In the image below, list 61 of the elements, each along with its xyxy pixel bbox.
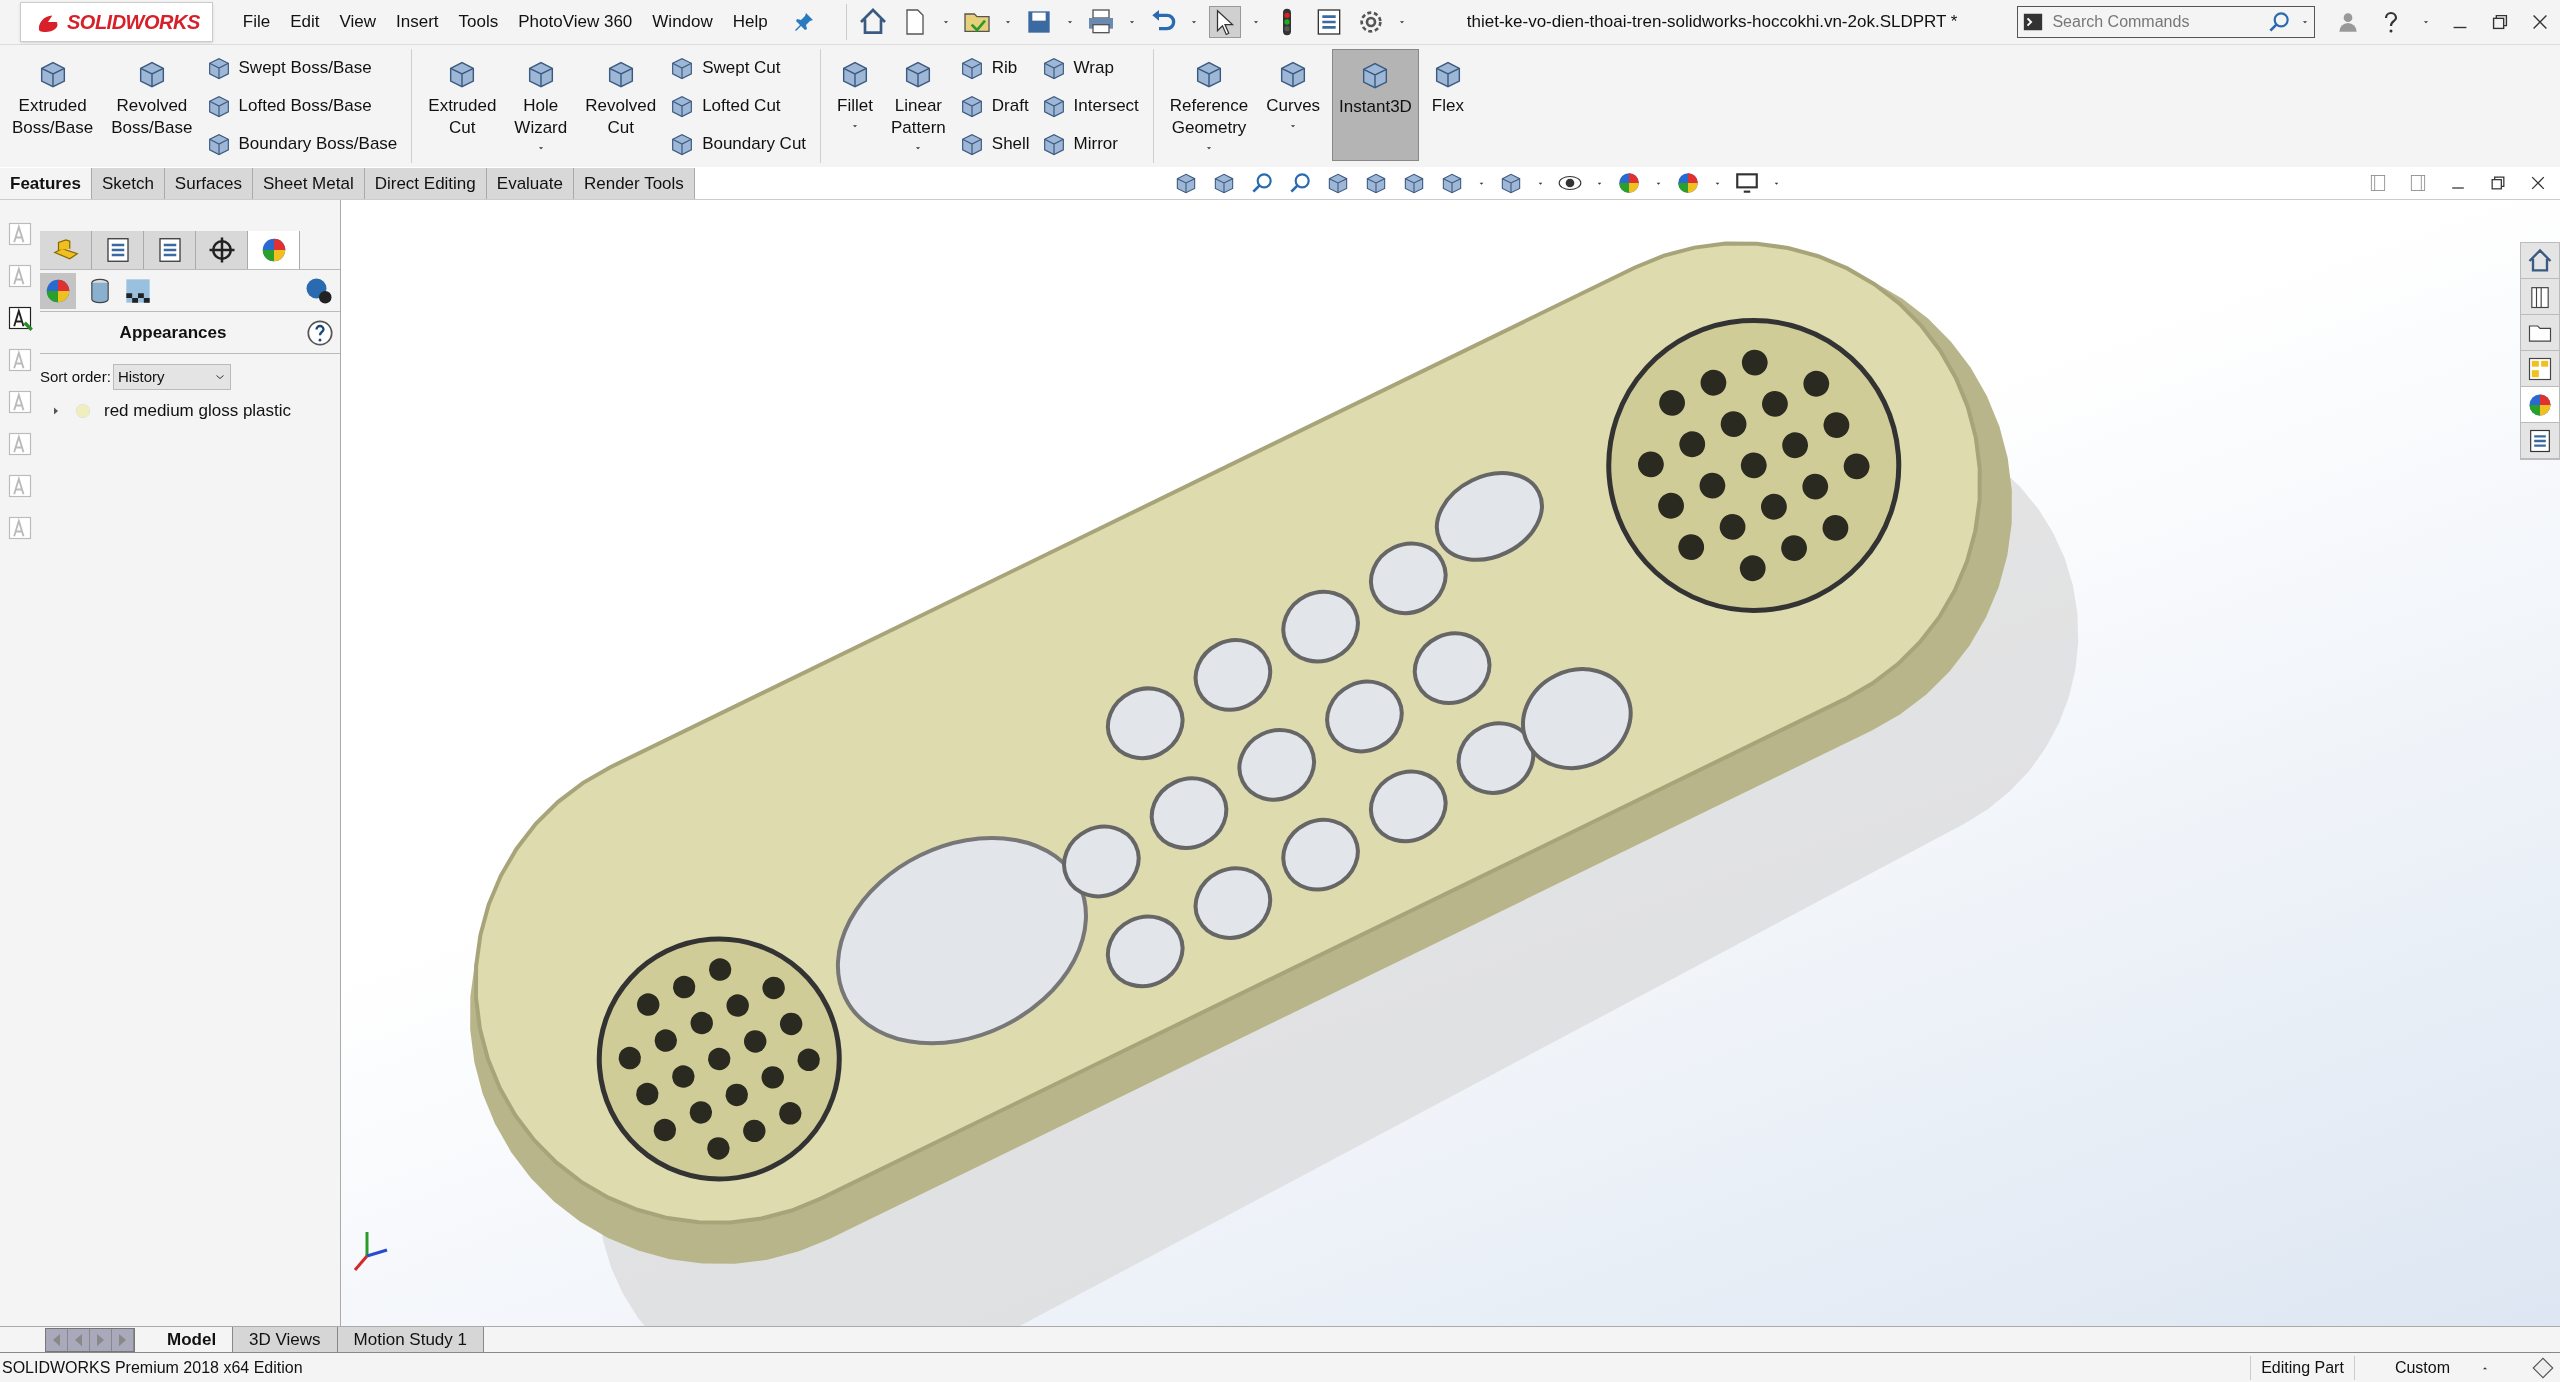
menu-item[interactable]: Help [732,9,768,35]
ribbon-command[interactable]: Revolved Boss/Base [105,49,199,161]
ribbon-command[interactable]: Swept Cut [668,51,811,85]
ribbon-command[interactable]: Fillet [831,49,879,161]
menu-item[interactable]: File [242,9,271,35]
ribbon-command[interactable]: Wrap [1039,51,1143,85]
command-tab[interactable]: Evaluate [486,168,574,199]
panel-title: Appearances [118,321,228,344]
command-tab[interactable]: Surfaces [164,168,253,199]
ribbon-command[interactable]: Rib [957,51,1034,85]
ribbon-command[interactable]: Boundary Cut [668,127,811,161]
search-box[interactable]: Search Commands [2017,6,2316,38]
ribbon-command[interactable]: Lofted Cut [668,89,811,123]
pointer-icon[interactable] [1208,6,1241,38]
bottom-tab[interactable]: Motion Study 1 [337,1327,484,1352]
ribbon-command[interactable]: Curves [1260,49,1327,161]
document-title: thiet-ke-vo-dien-thoai-tren-solidworks-hoccokhi.vn-2ok.SLDPRT * [1466,11,1958,34]
appearance-tool-icon[interactable] [6,304,34,332]
ribbon-command[interactable]: Linear Pattern [885,49,952,161]
panel-right-icon[interactable] [2408,173,2428,193]
units-selector[interactable]: Custom [2394,1355,2450,1380]
menu-item[interactable]: Insert [396,9,439,35]
command-tab[interactable]: Render Tools [573,168,695,199]
ribbon-command[interactable]: Extruded Boss/Base [6,49,100,161]
ribbon-command[interactable]: Boundary Boss/Base [204,127,402,161]
edition-text: SOLIDWORKS Premium 2018 x64 Edition [2,1357,303,1378]
ribbon-command[interactable]: Extruded Cut [422,49,503,161]
command-tab[interactable]: Sheet Metal [252,168,365,199]
checkered-scene-icon[interactable] [124,276,152,305]
status-mode: Editing Part [2250,1355,2355,1380]
menu-item[interactable]: Tools [458,9,499,35]
ribbon-command[interactable]: Swept Boss/Base [204,51,402,85]
search-input[interactable]: Search Commands [2052,10,2259,34]
home-icon[interactable] [2526,246,2554,275]
ribbon-command[interactable]: Draft [957,89,1034,123]
terminal-icon [2022,11,2045,33]
monitor-icon[interactable] [1733,170,1760,196]
ribbon-command[interactable]: Shell [957,127,1034,161]
ribbon-command[interactable]: Intersect [1039,89,1143,123]
help-icon[interactable] [306,318,334,347]
panel-left-icon[interactable] [2368,173,2388,193]
tree-item[interactable]: red medium gloss plastic [104,398,292,424]
menu-item[interactable]: Window [652,9,713,35]
menu-item[interactable]: View [339,9,377,35]
bottom-tab[interactable]: 3D Views [233,1327,338,1352]
ribbon-command[interactable]: Hole Wizard [508,49,574,161]
app-name: SOLIDWORKS [67,10,200,35]
ribbon-command[interactable]: Reference Geometry [1163,49,1255,161]
ribbon-command[interactable]: Lofted Boss/Base [204,89,402,123]
sort-order-label: Sort order: [40,366,111,387]
ribbon-command[interactable]: Revolved Cut [579,49,663,161]
ribbon-command[interactable]: Instant3D [1332,49,1419,161]
menu-item[interactable]: PhotoView 360 [518,9,633,35]
command-tab[interactable]: Features [0,168,92,199]
command-tab[interactable]: Direct Editing [364,168,487,199]
ribbon-command[interactable]: Mirror [1039,127,1143,161]
command-tab[interactable]: Sketch [91,168,165,199]
menu-item[interactable]: Edit [290,9,320,35]
appearance-swatch-icon [74,401,92,420]
sort-order-dropdown[interactable]: History [112,364,231,390]
ribbon-command[interactable]: Flex [1424,49,1471,161]
